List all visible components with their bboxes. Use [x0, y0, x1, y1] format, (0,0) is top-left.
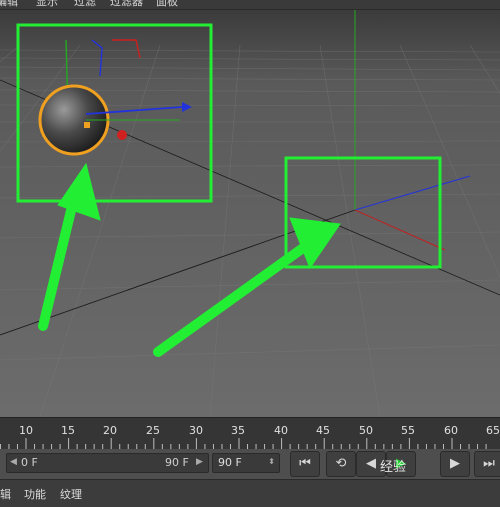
stepper-icon[interactable]: ⬍ [268, 457, 275, 466]
timeline-tick-label: 10 [19, 424, 33, 437]
go-to-end-button[interactable]: ⏭ [474, 451, 500, 477]
menu-item-edit-bottom[interactable]: 辑 [0, 486, 11, 502]
menu-item-filters[interactable]: 过滤器 [110, 0, 143, 9]
timeline-tick-label: 65 [486, 424, 500, 437]
playback-controls: ◀ 0 F 90 F ▶ 90 F ⬍ ⏮ ⟲ ◀ ▶ ▶ ⏭ [0, 449, 500, 479]
range-end-value: 90 F [165, 456, 189, 469]
menu-bar: 编辑 显示 过滤 过滤器 面板 [0, 0, 500, 10]
menu-item-edit[interactable]: 编辑 [0, 0, 18, 9]
skip-back-icon: ⏮ [299, 456, 311, 471]
timeline-tick-label: 20 [103, 424, 117, 437]
go-to-start-button[interactable]: ⏮ [290, 451, 320, 477]
timeline-tick-label: 15 [61, 424, 75, 437]
menu-item-function[interactable]: 功能 [24, 486, 46, 502]
timeline-tick-label: 45 [316, 424, 330, 437]
loop-icon: ⟲ [335, 456, 347, 471]
timeline-tick-label: 40 [274, 424, 288, 437]
skip-forward-icon: ⏭ [483, 456, 495, 471]
loop-button[interactable]: ⟲ [326, 451, 356, 477]
timeline-tick-label: 50 [359, 424, 373, 437]
menu-item-filter[interactable]: 过滤 [74, 0, 96, 9]
menu-item-view[interactable]: 显示 [36, 0, 58, 9]
timeline-ruler[interactable]: 10 15 20 25 30 35 40 45 50 55 60 65 [0, 417, 500, 450]
end-frame-field[interactable]: 90 F ⬍ [212, 453, 280, 473]
range-right-arrow-icon[interactable]: ▶ [196, 457, 203, 467]
end-frame-value: 90 F [218, 456, 242, 469]
menu-item-panel[interactable]: 面板 [156, 0, 178, 9]
step-back-icon: ◀ [366, 456, 376, 471]
frame-range-slider[interactable]: ◀ 0 F 90 F ▶ [6, 453, 209, 473]
timeline-tick-label: 60 [444, 424, 458, 437]
timeline-tick-label: 30 [189, 424, 203, 437]
step-forward-icon: ▶ [450, 456, 460, 471]
timeline-tick-label: 25 [146, 424, 160, 437]
range-left-arrow-icon[interactable]: ◀ [10, 457, 17, 467]
menu-item-texture[interactable]: 纹理 [60, 486, 82, 502]
watermark-text: 经验 [380, 460, 407, 475]
timeline-tick-label: 55 [401, 424, 415, 437]
bottom-menu-bar: 辑 功能 纹理 [0, 479, 500, 507]
step-forward-button[interactable]: ▶ [440, 451, 470, 477]
timeline-tick-label: 35 [231, 424, 245, 437]
range-start-value: 0 F [21, 456, 38, 469]
viewport-3d[interactable] [0, 10, 500, 417]
